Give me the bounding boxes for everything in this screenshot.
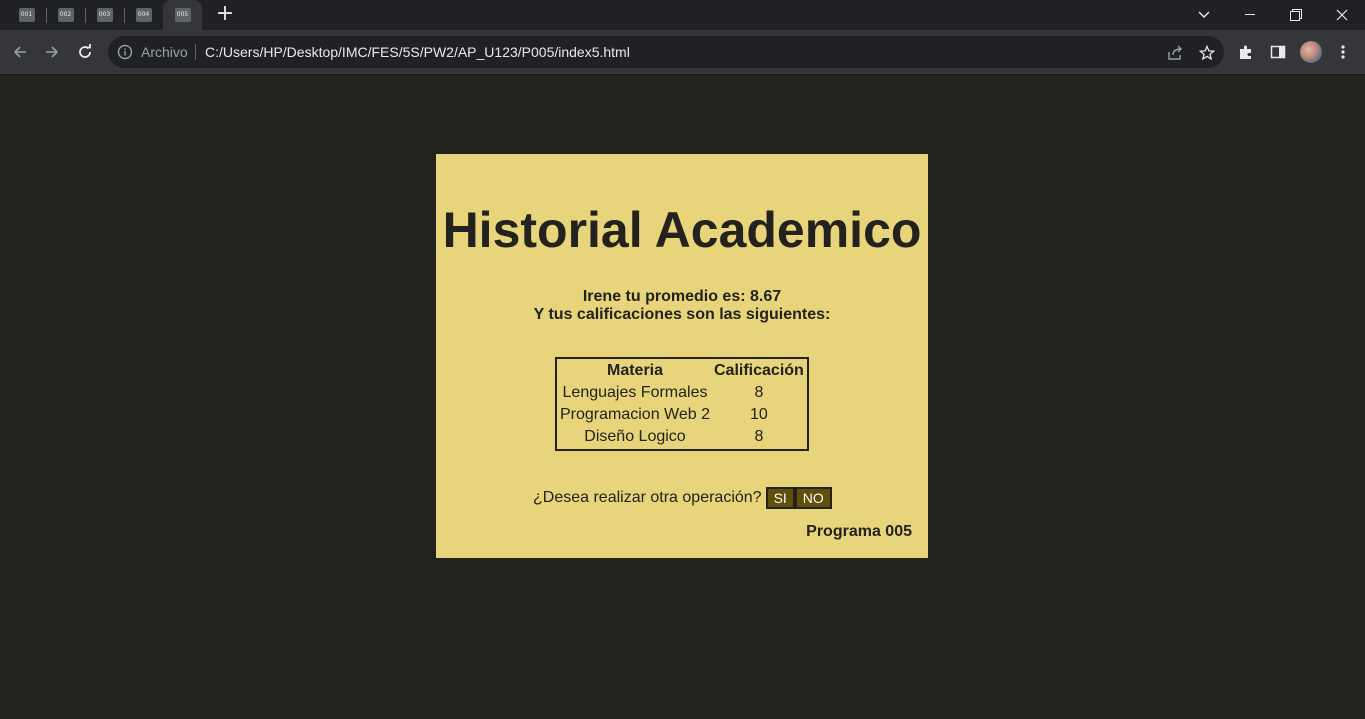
puzzle-icon	[1240, 45, 1251, 59]
more-vertical-icon	[1341, 45, 1345, 59]
back-button[interactable]	[6, 38, 34, 66]
tab-002[interactable]: 002	[46, 0, 85, 30]
average-message: Irene tu promedio es: 8.67 Y tus calific…	[436, 288, 928, 324]
restore-button[interactable]	[1273, 0, 1319, 30]
new-tab-button[interactable]: +	[213, 3, 237, 27]
side-panel-button[interactable]	[1268, 42, 1288, 62]
url-text[interactable]: C:/Users/HP/Desktop/IMC/FES/5S/PW2/AP_U1…	[205, 44, 630, 60]
tab-005[interactable]: 005	[163, 0, 202, 30]
info-icon[interactable]	[117, 44, 133, 60]
close-icon	[1336, 9, 1348, 21]
column-header-calificacion: Calificación	[714, 362, 804, 379]
extensions-button[interactable]	[1236, 42, 1256, 62]
subject-cell: Diseño Logico	[584, 428, 686, 445]
arrow-right-icon	[46, 46, 59, 58]
tab-favicon: 004	[135, 8, 152, 22]
academic-history-card: Historial Academico Irene tu promedio es…	[436, 154, 928, 558]
grades-table: Materia Calificación Lenguajes Formales …	[555, 357, 809, 451]
profile-avatar[interactable]	[1300, 41, 1322, 63]
grade-cell: 8	[754, 384, 764, 401]
tab-favicon: 003	[96, 8, 113, 22]
question-text: ¿Desea realizar otra operación?	[533, 489, 762, 506]
minimize-icon	[1245, 14, 1255, 15]
arrow-left-icon	[13, 46, 26, 58]
tab-004[interactable]: 004	[124, 0, 163, 30]
table-row: Diseño Logico 8	[559, 427, 805, 447]
table-row: Programacion Web 2 10	[559, 405, 805, 425]
browser-menu-button[interactable]	[1333, 42, 1353, 62]
grade-cell: 10	[750, 406, 768, 423]
restore-icon	[1290, 9, 1302, 21]
side-panel-icon	[1270, 45, 1286, 59]
browser-tab-strip: 001 002 003 004 005 +	[0, 0, 1365, 30]
tab-favicon: 002	[57, 8, 74, 22]
minimize-button[interactable]	[1227, 0, 1273, 30]
column-header-materia: Materia	[606, 362, 664, 379]
subject-cell: Lenguajes Formales	[562, 384, 708, 401]
reload-icon	[79, 44, 91, 58]
tab-favicon: 001	[18, 8, 35, 22]
repeat-operation-prompt: ¿Desea realizar otra operación? SI NO	[533, 487, 832, 509]
grades-intro-line: Y tus calificaciones son las siguientes:	[533, 306, 831, 323]
share-button[interactable]	[1165, 43, 1185, 63]
subject-cell: Programacion Web 2	[560, 406, 710, 423]
chevron-down-icon	[1198, 11, 1210, 18]
tab-search-button[interactable]	[1181, 0, 1227, 30]
table-row: Lenguajes Formales 8	[559, 383, 805, 403]
forward-button[interactable]	[38, 38, 66, 66]
program-footer: Programa 005	[806, 523, 912, 540]
yes-button[interactable]: SI	[765, 487, 795, 509]
share-icon	[1168, 45, 1182, 60]
table-header-row: Materia Calificación	[559, 361, 805, 381]
browser-toolbar: Archivo C:/Users/HP/Desktop/IMC/FES/5S/P…	[0, 30, 1365, 75]
address-separator	[195, 44, 196, 60]
tab-001[interactable]: 001	[7, 0, 46, 30]
address-bar[interactable]: Archivo C:/Users/HP/Desktop/IMC/FES/5S/P…	[108, 36, 1224, 68]
security-chip-label[interactable]: Archivo	[141, 44, 188, 60]
star-icon	[1199, 45, 1215, 61]
tab-favicon: 005	[174, 8, 191, 22]
reload-button[interactable]	[71, 38, 99, 66]
page-title: Historial Academico	[442, 202, 922, 258]
no-button[interactable]: NO	[794, 487, 832, 509]
grade-cell: 8	[754, 428, 764, 445]
tab-003[interactable]: 003	[85, 0, 124, 30]
close-window-button[interactable]	[1319, 0, 1365, 30]
bookmark-button[interactable]	[1197, 43, 1217, 63]
average-line: Irene tu promedio es: 8.67	[582, 288, 782, 305]
